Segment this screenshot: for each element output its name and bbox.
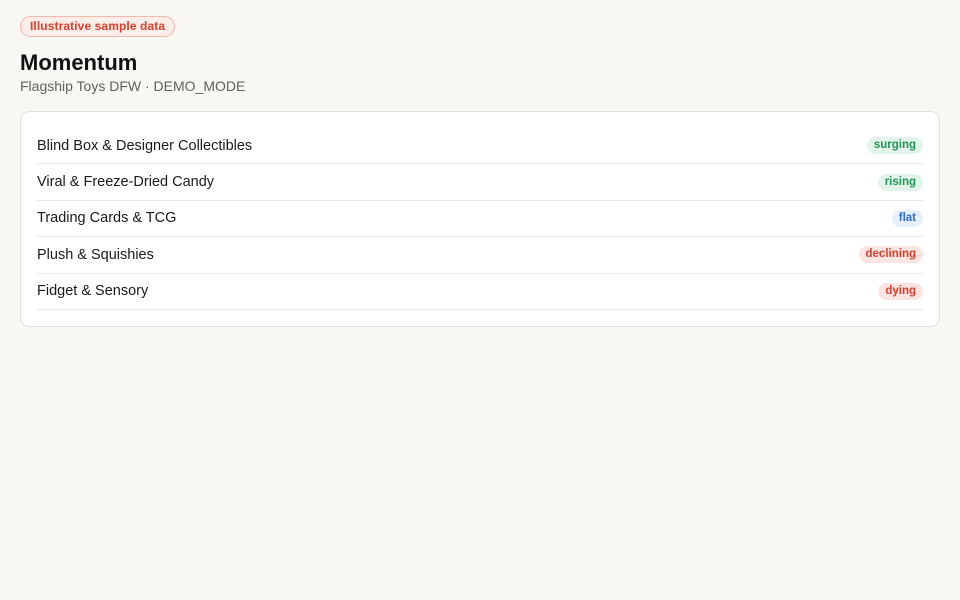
category-row-candy[interactable]: Viral & Freeze-Dried Candy rising: [37, 164, 923, 201]
category-name: Plush & Squishies: [37, 246, 154, 263]
trend-badge: rising: [877, 173, 923, 191]
trend-badge: dying: [878, 282, 923, 300]
category-row-blind-box[interactable]: Blind Box & Designer Collectibles surgin…: [37, 128, 923, 165]
category-name: Fidget & Sensory: [37, 283, 149, 300]
trend-badge: declining: [858, 246, 923, 264]
category-row-plush[interactable]: Plush & Squishies declining: [37, 237, 923, 274]
trend-badge: flat: [891, 209, 923, 227]
category-row-fidget[interactable]: Fidget & Sensory dying: [37, 274, 923, 310]
momentum-page: Illustrative sample data Momentum Flagsh…: [0, 0, 960, 600]
category-name: Trading Cards & TCG: [37, 210, 177, 227]
category-row-trading-cards[interactable]: Trading Cards & TCG flat: [37, 201, 923, 238]
momentum-card: Blind Box & Designer Collectibles surgin…: [20, 111, 940, 327]
page-subtitle: Flagship Toys DFW · DEMO_MODE: [20, 78, 246, 94]
trend-badge: surging: [866, 137, 923, 155]
category-name: Viral & Freeze-Dried Candy: [37, 174, 215, 191]
sample-data-badge: Illustrative sample data: [20, 16, 176, 37]
category-name: Blind Box & Designer Collectibles: [37, 137, 253, 154]
page-title: Momentum: [20, 50, 138, 75]
